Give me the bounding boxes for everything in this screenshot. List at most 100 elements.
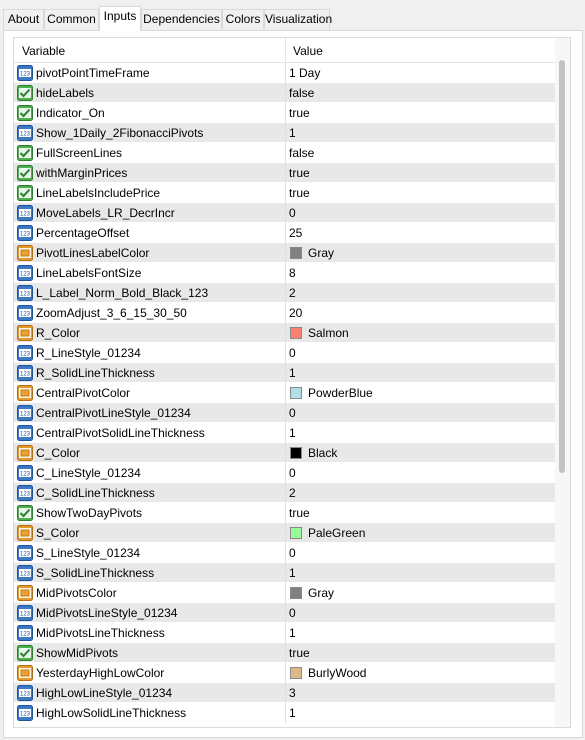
table-row[interactable]: 123 MoveLabels_LR_DecrIncr 0	[14, 203, 555, 223]
color-swatch[interactable]	[290, 587, 302, 599]
table-row[interactable]: 123 CentralPivotSolidLineThickness 1	[14, 423, 555, 443]
variable-value[interactable]: 0	[289, 546, 296, 560]
value-cell[interactable]: PaleGreen	[286, 523, 555, 542]
tab-inputs[interactable]: Inputs	[99, 6, 141, 31]
tab-visualization[interactable]: Visualization	[264, 9, 332, 29]
variable-value[interactable]: Black	[308, 446, 337, 460]
value-cell[interactable]: 0	[286, 603, 555, 622]
tab-colors[interactable]: Colors	[222, 9, 264, 29]
variable-value[interactable]: 20	[289, 306, 302, 320]
value-cell[interactable]: PowderBlue	[286, 383, 555, 402]
value-cell[interactable]: 8	[286, 263, 555, 282]
variable-value[interactable]: Gray	[308, 246, 334, 260]
value-cell[interactable]: Gray	[286, 583, 555, 602]
value-cell[interactable]: false	[286, 83, 555, 102]
variable-value[interactable]: 0	[289, 206, 296, 220]
table-row[interactable]: 123 LineLabelsFontSize 8	[14, 263, 555, 283]
variable-value[interactable]: 2	[289, 286, 296, 300]
table-row[interactable]: 123 C_LineStyle_01234 0	[14, 463, 555, 483]
table-row[interactable]: 123 Show_1Daily_2FibonacciPivots 1	[14, 123, 555, 143]
color-swatch[interactable]	[290, 327, 302, 339]
variable-value[interactable]: true	[289, 186, 310, 200]
table-row[interactable]: 123 ZoomAdjust_3_6_15_30_50 20	[14, 303, 555, 323]
variable-value[interactable]: 0	[289, 406, 296, 420]
column-divider[interactable]	[285, 38, 286, 62]
table-row[interactable]: 123 CentralPivotLineStyle_01234 0	[14, 403, 555, 423]
variable-value[interactable]: PowderBlue	[308, 386, 373, 400]
variable-value[interactable]: Salmon	[308, 326, 349, 340]
value-cell[interactable]: Black	[286, 443, 555, 462]
table-row[interactable]: 123 pivotPointTimeFrame 1 Day	[14, 63, 555, 83]
variable-value[interactable]: 0	[289, 606, 296, 620]
table-row[interactable]: ShowTwoDayPivots true	[14, 503, 555, 523]
value-cell[interactable]: 25	[286, 223, 555, 242]
table-row[interactable]: 123 HighLowLineStyle_01234 3	[14, 683, 555, 703]
table-row[interactable]: 123 C_SolidLineThickness 2	[14, 483, 555, 503]
table-row[interactable]: C_Color Black	[14, 443, 555, 463]
table-row[interactable]: CentralPivotColor PowderBlue	[14, 383, 555, 403]
color-swatch[interactable]	[290, 527, 302, 539]
variable-value[interactable]: 1	[289, 366, 296, 380]
value-cell[interactable]: Gray	[286, 243, 555, 262]
variable-value[interactable]: 1	[289, 566, 296, 580]
table-row[interactable]: FullScreenLines false	[14, 143, 555, 163]
value-cell[interactable]: 1	[286, 123, 555, 142]
table-row[interactable]: S_Color PaleGreen	[14, 523, 555, 543]
value-cell[interactable]: 20	[286, 303, 555, 322]
value-cell[interactable]: false	[286, 143, 555, 162]
value-cell[interactable]: 0	[286, 203, 555, 222]
variable-value[interactable]: true	[289, 646, 310, 660]
variable-value[interactable]: 1	[289, 706, 296, 720]
value-cell[interactable]: true	[286, 163, 555, 182]
color-swatch[interactable]	[290, 247, 302, 259]
value-cell[interactable]: true	[286, 183, 555, 202]
value-cell[interactable]: true	[286, 103, 555, 122]
value-cell[interactable]: 1	[286, 623, 555, 642]
table-row[interactable]: 123 MidPivotsLineThickness 1	[14, 623, 555, 643]
table-row[interactable]: Indicator_On true	[14, 103, 555, 123]
variable-column-header[interactable]: Variable	[22, 44, 65, 58]
tab-about[interactable]: About	[3, 9, 44, 29]
value-cell[interactable]: 1	[286, 563, 555, 582]
table-row[interactable]: 123 S_LineStyle_01234 0	[14, 543, 555, 563]
value-cell[interactable]: 0	[286, 463, 555, 482]
variable-value[interactable]: PaleGreen	[308, 526, 365, 540]
value-cell[interactable]: 0	[286, 343, 555, 362]
table-row[interactable]: withMarginPrices true	[14, 163, 555, 183]
value-cell[interactable]: 0	[286, 543, 555, 562]
scrollbar-thumb[interactable]	[559, 60, 565, 473]
table-row[interactable]: ShowMidPivots true	[14, 643, 555, 663]
variable-value[interactable]: false	[289, 86, 314, 100]
variable-value[interactable]: BurlyWood	[308, 666, 366, 680]
table-row[interactable]: LineLabelsIncludePrice true	[14, 183, 555, 203]
variable-value[interactable]: 2	[289, 486, 296, 500]
table-row[interactable]: hideLabels false	[14, 83, 555, 103]
variable-value[interactable]: true	[289, 506, 310, 520]
variable-value[interactable]: 0	[289, 466, 296, 480]
color-swatch[interactable]	[290, 667, 302, 679]
variable-value[interactable]: true	[289, 106, 310, 120]
variable-value[interactable]: false	[289, 146, 314, 160]
value-cell[interactable]: 3	[286, 683, 555, 702]
table-row[interactable]: 123 R_SolidLineThickness 1	[14, 363, 555, 383]
value-cell[interactable]: 1	[286, 363, 555, 382]
table-row[interactable]: MidPivotsColor Gray	[14, 583, 555, 603]
table-row[interactable]: YesterdayHighLowColor BurlyWood	[14, 663, 555, 683]
variable-value[interactable]: Gray	[308, 586, 334, 600]
tab-common[interactable]: Common	[44, 9, 99, 29]
value-cell[interactable]: 0	[286, 403, 555, 422]
tab-dependencies[interactable]: Dependencies	[141, 9, 222, 29]
value-column-header[interactable]: Value	[293, 44, 323, 58]
table-row[interactable]: 123 HighLowSolidLineThickness 1	[14, 703, 555, 723]
vertical-scrollbar[interactable]	[555, 38, 570, 727]
variable-value[interactable]: 25	[289, 226, 302, 240]
table-row[interactable]: 123 S_SolidLineThickness 1	[14, 563, 555, 583]
value-cell[interactable]: 2	[286, 483, 555, 502]
variable-value[interactable]: 0	[289, 346, 296, 360]
table-row[interactable]: 123 PercentageOffset 25	[14, 223, 555, 243]
table-row[interactable]: PivotLinesLabelColor Gray	[14, 243, 555, 263]
variable-value[interactable]: 1	[289, 126, 296, 140]
value-cell[interactable]: true	[286, 643, 555, 662]
table-row[interactable]: 123 R_LineStyle_01234 0	[14, 343, 555, 363]
variable-value[interactable]: 1	[289, 626, 296, 640]
